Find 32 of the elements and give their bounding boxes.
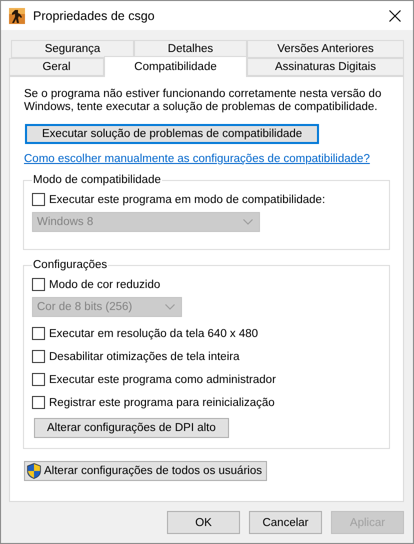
chevron-down-icon xyxy=(243,219,253,225)
checkbox-option[interactable]: Executar em resolução da tela 640 x 480 xyxy=(32,322,381,345)
tab[interactable]: Assinaturas Digitais xyxy=(247,58,404,76)
checkbox[interactable] xyxy=(32,193,45,206)
checkbox-option[interactable]: Executar este programa em modo de compatibilidade: xyxy=(32,188,381,211)
checkbox[interactable] xyxy=(32,373,45,386)
group-title: Configurações xyxy=(32,259,108,271)
dpi-settings-button[interactable]: Alterar configurações de DPI alto xyxy=(34,418,229,438)
intro-text: Se o programa não estiver funcionando corretamente nesta versão do Windows, tente executar a solução de problemas de compatibilidade. xyxy=(24,88,382,114)
all-users-button[interactable]: Alterar configurações de todos os usuários xyxy=(24,461,267,481)
checkbox[interactable] xyxy=(32,350,45,363)
tab[interactable]: Compatibilidade xyxy=(104,56,247,77)
checkbox-option[interactable]: Desabilitar otimizações de tela inteira xyxy=(32,345,381,368)
shield-icon xyxy=(27,463,41,479)
close-icon[interactable] xyxy=(389,10,401,22)
checkbox-option[interactable]: Modo de cor reduzido xyxy=(32,273,381,296)
tab[interactable]: Segurança xyxy=(11,40,134,58)
dialog-button[interactable]: Cancelar xyxy=(249,511,322,534)
troubleshoot-button[interactable]: Executar solução de problemas de compatibilidade xyxy=(25,124,320,144)
chevron-down-icon xyxy=(165,304,175,310)
checkbox[interactable] xyxy=(32,327,45,340)
tab[interactable]: Geral xyxy=(9,58,104,76)
checkbox-option[interactable]: Executar este programa como administrador xyxy=(32,368,381,391)
window-title: Propriedades de csgo xyxy=(33,8,156,22)
checkbox[interactable] xyxy=(32,278,45,291)
checkbox-option[interactable]: Registrar este programa para reinicialização xyxy=(32,391,381,414)
dialog-button[interactable]: OK xyxy=(167,511,240,534)
help-link[interactable]: Como escolher manualmente as configurações de compatibilidade? xyxy=(24,153,390,165)
tab[interactable]: Versões Anteriores xyxy=(247,40,404,58)
group-title: Modo de compatibilidade xyxy=(32,174,162,186)
app-icon xyxy=(9,8,25,24)
checkbox[interactable] xyxy=(32,396,45,409)
